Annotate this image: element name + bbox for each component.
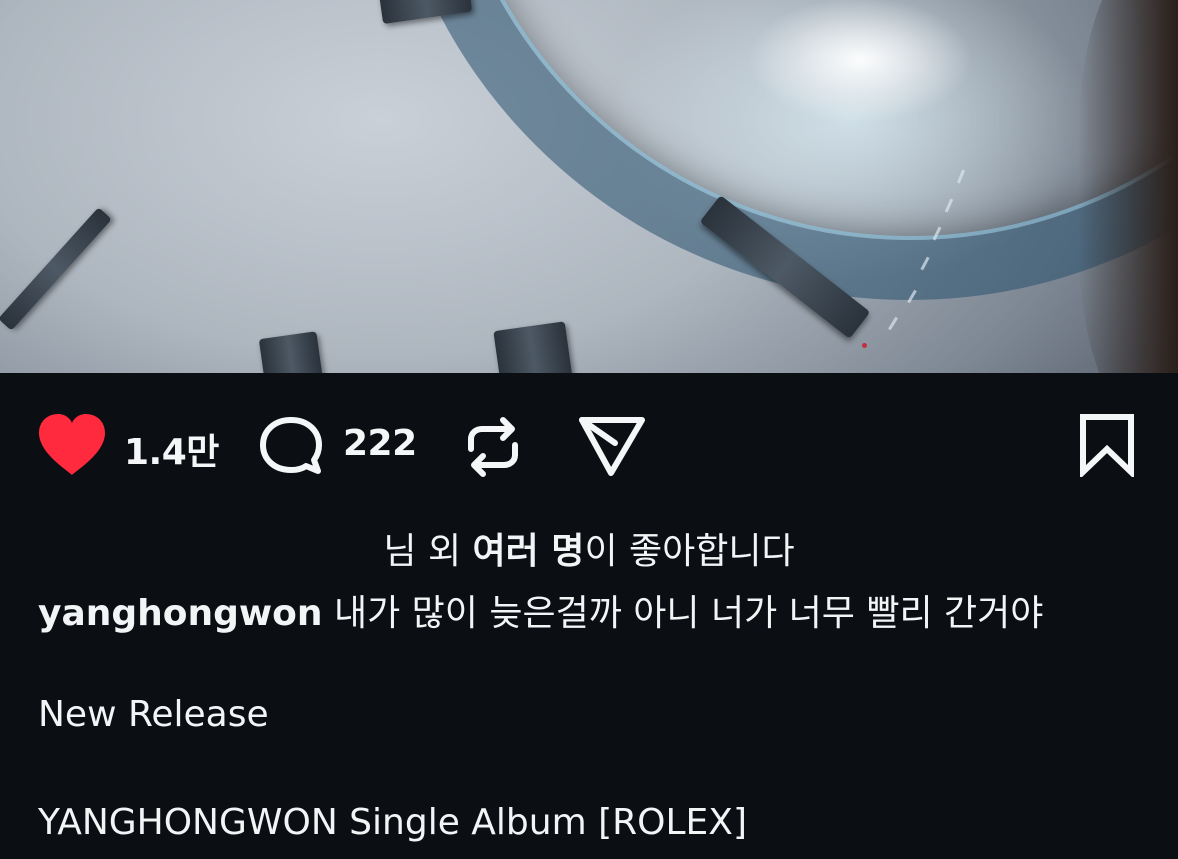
comment-button[interactable] xyxy=(258,415,324,477)
comment-icon[interactable] xyxy=(258,415,324,477)
caption-first-line: yanghongwon 내가 많이 늦은걸까 아니 너가 너무 빨리 간거야 xyxy=(38,584,1043,636)
watch-case-shadow xyxy=(1078,0,1178,373)
save-button[interactable] xyxy=(1078,413,1136,477)
caption-username[interactable]: yanghongwon xyxy=(38,593,323,634)
likes-prefix: 님 외 xyxy=(383,531,473,572)
caption-line-album: YANGHONGWON Single Album [ROLEX] xyxy=(38,802,748,843)
hour-marker xyxy=(493,321,573,373)
caption-line-new-release: New Release xyxy=(38,694,269,735)
post-actions-bar: 1.4만 222 xyxy=(0,373,1178,503)
minute-tick xyxy=(888,316,898,331)
repost-button[interactable] xyxy=(463,415,523,479)
repost-icon[interactable] xyxy=(463,415,523,479)
like-button[interactable] xyxy=(37,413,107,477)
caption-text: 내가 많이 늦은걸까 아니 너가 너무 빨리 간거야 xyxy=(322,593,1044,634)
comment-count: 222 xyxy=(343,423,417,464)
likes-others[interactable]: 여러 명 xyxy=(473,531,585,572)
like-count: 1.4만 xyxy=(124,432,219,473)
share-button[interactable] xyxy=(578,415,648,477)
heart-icon[interactable] xyxy=(37,413,107,477)
likes-summary[interactable]: 님 외 여러 명이 좋아합니다 xyxy=(0,522,1178,574)
post-image[interactable] xyxy=(0,0,1178,373)
bookmark-icon[interactable] xyxy=(1078,413,1136,477)
hour-marker xyxy=(258,331,324,373)
hour-marker xyxy=(0,207,112,331)
red-dot xyxy=(862,343,867,348)
likes-suffix: 이 좋아합니다 xyxy=(584,531,795,572)
send-icon[interactable] xyxy=(578,415,648,477)
